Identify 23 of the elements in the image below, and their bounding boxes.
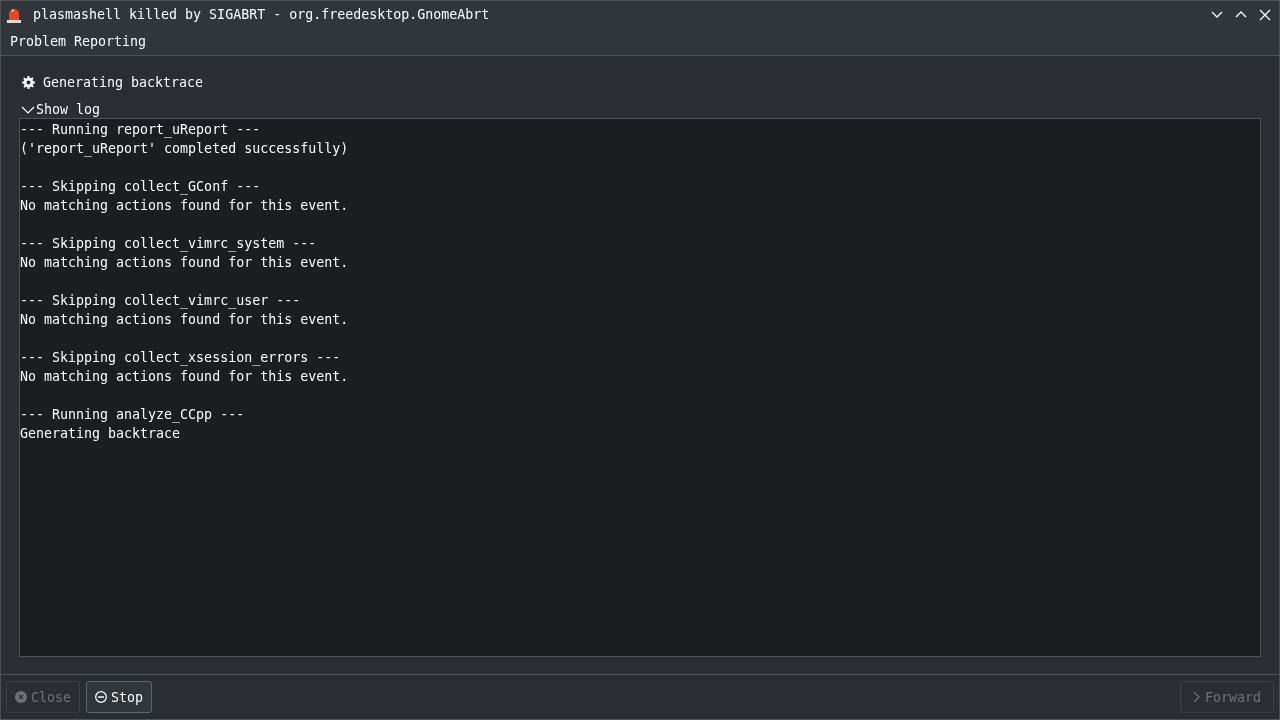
- log-line: --- Skipping collect_GConf ---: [20, 178, 262, 196]
- show-log-toggle[interactable]: Show log: [19, 101, 101, 118]
- header-title: Problem Reporting: [1, 28, 1279, 56]
- log-line: --- Skipping collect_vimrc_system ---: [20, 235, 318, 253]
- window-title: plasmashell killed by SIGABRT - org.freedesktop.GnomeAbrt: [33, 7, 491, 22]
- log-line: Generating backtrace: [20, 425, 182, 443]
- stop-circle-icon: [95, 691, 108, 703]
- log-line: No matching actions found for this event.: [20, 311, 350, 329]
- log-line: --- Skipping collect_vimrc_user ---: [20, 292, 302, 310]
- close-icon: [1258, 7, 1272, 22]
- log-line: --- Running analyze_CCpp ---: [20, 406, 246, 424]
- log-line: No matching actions found for this event.: [20, 368, 350, 386]
- log-line: No matching actions found for this event.: [20, 254, 350, 272]
- chevron-down-icon: [21, 104, 35, 115]
- log-line: No matching actions found for this event.: [20, 197, 350, 215]
- chevron-right-icon: [1192, 691, 1201, 703]
- stop-button[interactable]: Stop: [86, 681, 153, 713]
- log-line: --- Skipping collect_xsession_errors ---: [20, 349, 342, 367]
- status-text: Generating backtrace: [43, 74, 204, 90]
- log-line: --- Running report_uReport ---: [20, 121, 262, 139]
- close-circle-icon: [15, 691, 27, 703]
- log-line: ('report_uReport' completed successfully): [20, 140, 350, 158]
- gear-icon: [22, 75, 35, 89]
